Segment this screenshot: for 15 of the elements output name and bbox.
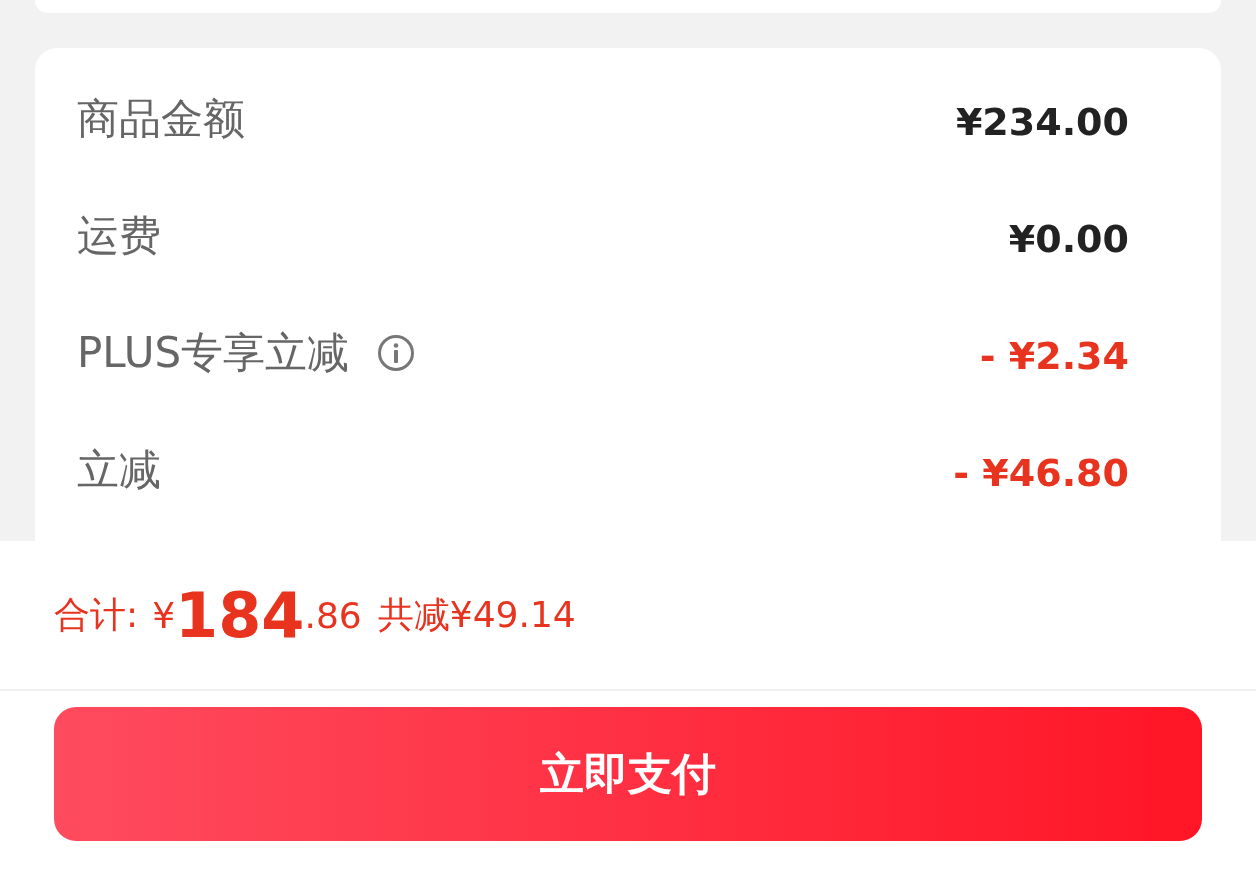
pay-now-button[interactable]: 立即支付 xyxy=(54,707,1202,841)
row-amount: - ¥46.80 xyxy=(953,451,1129,495)
row-amount: ¥234.00 xyxy=(955,100,1129,144)
total-amount-integer: 184 xyxy=(175,578,305,652)
row-amount: - ¥2.34 xyxy=(979,334,1129,378)
row-label: 立减 xyxy=(77,443,161,496)
row-label: PLUS专享立减 xyxy=(77,326,350,379)
row-label: 商品金额 xyxy=(77,92,245,145)
row-amount: ¥0.00 xyxy=(1008,217,1129,261)
info-icon[interactable] xyxy=(377,333,416,372)
total-amount-decimal: .86 xyxy=(304,594,362,636)
total-label: 合计: xyxy=(54,592,139,637)
currency-sign: ¥ xyxy=(152,594,176,636)
row-label: 运费 xyxy=(77,209,161,262)
total-saving: 共减¥49.14 xyxy=(377,592,576,637)
